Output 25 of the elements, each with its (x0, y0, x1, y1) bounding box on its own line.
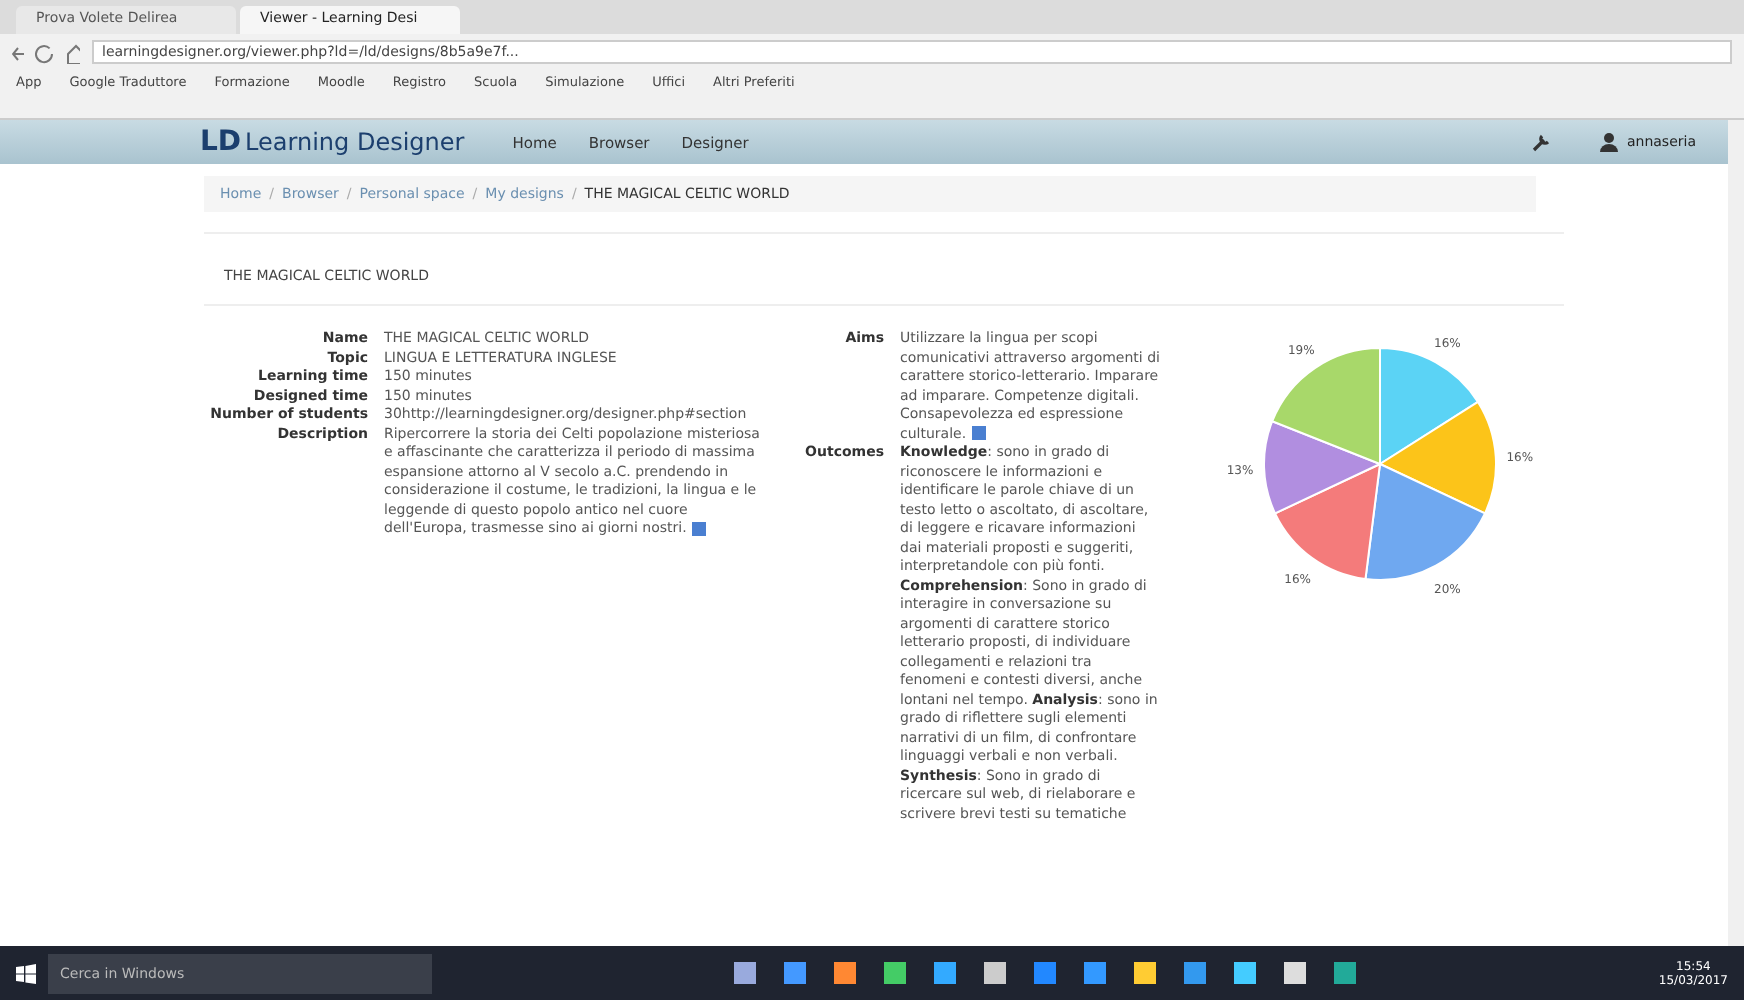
edit-icon[interactable] (972, 426, 987, 441)
site-logo[interactable]: LD (200, 126, 242, 158)
taskbar-app-icon[interactable] (1084, 962, 1107, 984)
pie-slice (1379, 347, 1479, 465)
pie-slice (1364, 463, 1486, 581)
user-icon (1600, 132, 1619, 152)
taskbar-app-icon[interactable] (984, 962, 1007, 984)
taskbar-app-icon[interactable] (1234, 962, 1257, 984)
taskbar-app-icon[interactable] (1284, 962, 1307, 984)
taskbar-app-icon[interactable] (1184, 962, 1207, 984)
taskbar-app-icon[interactable] (1134, 962, 1157, 984)
taskbar-app-icon[interactable] (1334, 962, 1357, 984)
pie-slice (1263, 420, 1381, 515)
taskbar-app-icon[interactable] (784, 962, 807, 984)
pie-slice (1271, 347, 1381, 465)
windows-icon[interactable] (16, 963, 36, 983)
site-name: Learning Designer (245, 128, 465, 156)
taskbar-app-icon[interactable] (734, 962, 757, 984)
wrench-icon[interactable] (1532, 132, 1553, 152)
edit-icon[interactable] (692, 521, 707, 536)
pie-slice (1379, 400, 1497, 515)
taskbar-app-icon[interactable] (934, 962, 957, 984)
taskbar-app-icon[interactable] (884, 962, 907, 984)
taskbar-app-icon[interactable] (834, 962, 857, 984)
pie-slice (1274, 463, 1381, 581)
